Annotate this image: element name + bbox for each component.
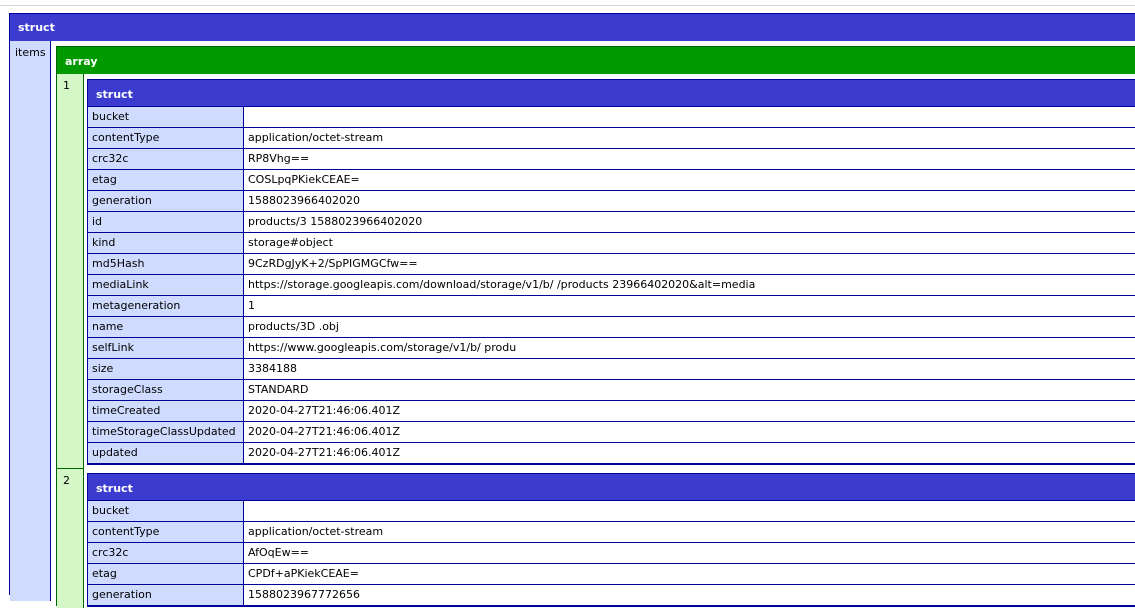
array-table: array 1 struct bucket contentType applica… xyxy=(56,46,1135,608)
field-key: mediaLink xyxy=(88,275,244,295)
field-value xyxy=(244,107,1135,127)
field-key: updated xyxy=(88,443,244,463)
field-key: contentType xyxy=(88,522,244,542)
field-row: generation 1588023967772656 xyxy=(88,585,1135,606)
field-value: application/octet-stream xyxy=(248,525,384,538)
field-value: CPDf+aPKiekCEAE= xyxy=(248,567,359,580)
array-index-label: 2 xyxy=(63,474,70,487)
field-value: products/3D .obj xyxy=(248,320,339,333)
field-row: selfLink https://www.googleapis.com/stora… xyxy=(88,338,1135,359)
field-row: crc32c AfOqEw== xyxy=(88,543,1135,564)
field-row: etag CPDf+aPKiekCEAE= xyxy=(88,564,1135,585)
field-value: COSLpqPKiekCEAE= xyxy=(248,173,360,186)
field-key: md5Hash xyxy=(88,254,244,274)
field-key: crc32c xyxy=(88,149,244,169)
field-row: md5Hash 9CzRDgJyK+2/SpPIGMGCfw== xyxy=(88,254,1135,275)
field-key: generation xyxy=(88,191,244,211)
field-row: crc32c RP8Vhg== xyxy=(88,149,1135,170)
field-row: id products/3 1588023966402020 xyxy=(88,212,1135,233)
field-value xyxy=(244,501,1135,521)
field-value: https://www.googleapis.com/storage/v1/b/… xyxy=(248,341,517,354)
field-value: 3384188 xyxy=(248,362,297,375)
field-row: timeStorageClassUpdated 2020-04-27T21:46:… xyxy=(88,422,1135,443)
field-key: bucket xyxy=(88,107,244,127)
field-key: kind xyxy=(88,233,244,253)
top-divider xyxy=(0,5,1135,6)
field-row: etag COSLpqPKiekCEAE= xyxy=(88,170,1135,191)
record-struct-header: struct xyxy=(88,80,1135,107)
field-key: size xyxy=(88,359,244,379)
field-value: 1588023966402020 xyxy=(248,194,360,207)
items-key-cell: items xyxy=(10,41,51,601)
field-key: name xyxy=(88,317,244,337)
field-row: contentType application/octet-stream xyxy=(88,128,1135,149)
field-key: crc32c xyxy=(88,543,244,563)
field-row: bucket xyxy=(88,501,1135,522)
field-key: bucket xyxy=(88,501,244,521)
field-row: storageClass STANDARD xyxy=(88,380,1135,401)
field-row: metageneration 1 xyxy=(88,296,1135,317)
field-value: application/octet-stream xyxy=(248,131,384,144)
field-row: updated 2020-04-27T21:46:06.401Z xyxy=(88,443,1135,464)
record-struct-header: struct xyxy=(88,474,1135,501)
field-value: storage#object xyxy=(248,236,333,249)
field-key: selfLink xyxy=(88,338,244,358)
field-key: storageClass xyxy=(88,380,244,400)
outer-struct-table: struct items array 1 struct bucket conte… xyxy=(9,13,1135,608)
field-key: timeCreated xyxy=(88,401,244,421)
field-row: bucket xyxy=(88,107,1135,128)
field-row: contentType application/octet-stream xyxy=(88,522,1135,543)
array-header: array xyxy=(57,47,1135,74)
field-value: 9CzRDgJyK+2/SpPIGMGCfw== xyxy=(248,257,418,270)
field-key: contentType xyxy=(88,128,244,148)
field-value: products/3 1588023966402020 xyxy=(248,215,423,228)
field-value: RP8Vhg== xyxy=(248,152,310,165)
field-value: 1588023967772656 xyxy=(248,588,360,601)
field-value: 2020-04-27T21:46:06.401Z xyxy=(248,425,401,438)
field-key: timeStorageClassUpdated xyxy=(88,422,244,442)
field-key: etag xyxy=(88,564,244,584)
field-key: etag xyxy=(88,170,244,190)
field-row: size 3384188 xyxy=(88,359,1135,380)
field-row: timeCreated 2020-04-27T21:46:06.401Z xyxy=(88,401,1135,422)
array-index-label: 1 xyxy=(63,79,70,92)
array-index-cell: 2 xyxy=(57,468,84,608)
field-key: id xyxy=(88,212,244,232)
field-key: metageneration xyxy=(88,296,244,316)
record-struct-table: struct bucket contentType application/oct… xyxy=(87,79,1135,465)
field-value: 1 xyxy=(248,299,255,312)
array-index-cell: 1 xyxy=(57,74,84,468)
field-value: 2020-04-27T21:46:06.401Z xyxy=(248,446,401,459)
items-label: items xyxy=(15,46,46,59)
record-struct-table: struct bucket contentType application/oct… xyxy=(87,473,1135,607)
field-value: 2020-04-27T21:46:06.401Z xyxy=(248,404,401,417)
field-key: generation xyxy=(88,585,244,605)
field-row: mediaLink https://storage.googleapis.com/… xyxy=(88,275,1135,296)
field-value: AfOqEw== xyxy=(248,546,310,559)
outer-struct-header: struct xyxy=(10,14,1135,41)
field-row: kind storage#object xyxy=(88,233,1135,254)
field-row: name products/3D .obj xyxy=(88,317,1135,338)
field-value: STANDARD xyxy=(248,383,309,396)
field-value: https://storage.googleapis.com/download/… xyxy=(248,278,756,291)
field-row: generation 1588023966402020 xyxy=(88,191,1135,212)
